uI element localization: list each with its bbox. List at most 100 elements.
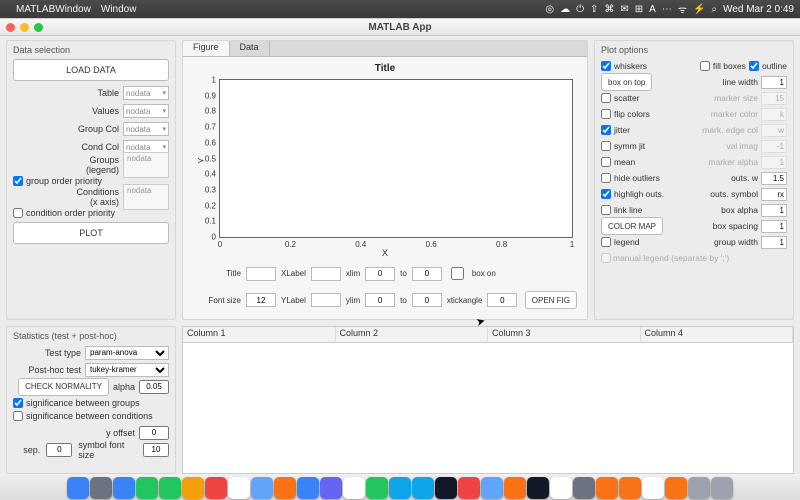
po-checkbox[interactable]: [601, 125, 611, 135]
dock-app-icon[interactable]: [274, 477, 296, 499]
check-normality-button[interactable]: CHECK NORMALITY: [18, 378, 109, 396]
menubar-status-icon[interactable]: ⚡: [693, 4, 705, 15]
menubar-status-icon[interactable]: ᯤ: [678, 2, 687, 16]
po-input[interactable]: [761, 236, 787, 249]
dock-app-icon[interactable]: [550, 477, 572, 499]
input-ylabel[interactable]: [311, 293, 341, 307]
dock-app-icon[interactable]: [596, 477, 618, 499]
select-testtype[interactable]: param-anova: [85, 346, 169, 360]
dock-app-icon[interactable]: [642, 477, 664, 499]
input-alpha[interactable]: [139, 380, 169, 394]
listbox-conds[interactable]: nodata: [123, 184, 169, 210]
menubar-status-icon[interactable]: ⌘: [604, 4, 614, 15]
tab-data[interactable]: Data: [230, 41, 270, 56]
input-xlim-hi[interactable]: [412, 267, 442, 281]
chk-box-on[interactable]: [451, 267, 464, 280]
dock-app-icon[interactable]: [67, 477, 89, 499]
plot-axes[interactable]: 00.10.20.30.40.50.60.70.80.9100.20.40.60…: [219, 79, 573, 238]
dock-app-icon[interactable]: [113, 477, 135, 499]
dock-app-icon[interactable]: [504, 477, 526, 499]
input-yoffset[interactable]: [139, 426, 169, 440]
dock-app-icon[interactable]: [228, 477, 250, 499]
po-checkbox[interactable]: [601, 189, 611, 199]
po-input: [761, 156, 787, 169]
po-input[interactable]: [761, 76, 787, 89]
po-checkbox[interactable]: [601, 173, 611, 183]
input-title[interactable]: [246, 267, 276, 281]
po-input[interactable]: [761, 204, 787, 217]
dock-app-icon[interactable]: [458, 477, 480, 499]
input-ylim-lo[interactable]: [365, 293, 395, 307]
po-button[interactable]: COLOR MAP: [601, 217, 663, 235]
dock-app-icon[interactable]: [297, 477, 319, 499]
input-fontsize[interactable]: [246, 293, 276, 307]
col-4[interactable]: Column 4: [641, 327, 794, 342]
po-checkbox[interactable]: [601, 141, 611, 151]
dock-app-icon[interactable]: [412, 477, 434, 499]
input-xtickangle[interactable]: [487, 293, 517, 307]
dock-app-icon[interactable]: [136, 477, 158, 499]
po-input[interactable]: [761, 220, 787, 233]
select-table[interactable]: nodata: [123, 86, 169, 100]
po-checkbox[interactable]: [601, 157, 611, 167]
chk-group-order[interactable]: [13, 176, 23, 186]
menubar-status-icon[interactable]: ⊞: [635, 4, 643, 15]
menu-app[interactable]: MATLABWindow: [16, 4, 91, 15]
open-fig-button[interactable]: OPEN FIG: [525, 291, 577, 309]
dock-app-icon[interactable]: [711, 477, 733, 499]
dock-app-icon[interactable]: [366, 477, 388, 499]
dock-app-icon[interactable]: [205, 477, 227, 499]
menubar-status-icon[interactable]: ◎: [545, 4, 554, 15]
menubar-clock[interactable]: Wed Mar 2 0:49: [723, 4, 794, 15]
col-3[interactable]: Column 3: [488, 327, 641, 342]
dock-app-icon[interactable]: [688, 477, 710, 499]
menubar-status-icon[interactable]: ⌕: [711, 4, 717, 15]
input-symfontsize[interactable]: [143, 443, 169, 457]
po-checkbox[interactable]: [601, 237, 611, 247]
dock-app-icon[interactable]: [320, 477, 342, 499]
menubar-status-icon[interactable]: ⏻: [576, 4, 584, 15]
po-input[interactable]: [761, 188, 787, 201]
po-checkbox[interactable]: [601, 93, 611, 103]
dock-app-icon[interactable]: [389, 477, 411, 499]
dock-app-icon[interactable]: [159, 477, 181, 499]
po-input[interactable]: [761, 172, 787, 185]
menubar-status-icon[interactable]: A: [649, 4, 656, 15]
results-table[interactable]: Column 1 Column 2 Column 3 Column 4: [182, 326, 794, 474]
menubar-status-icon[interactable]: ⇪: [590, 4, 598, 15]
input-xlabel[interactable]: [311, 267, 341, 281]
chk-cond-order[interactable]: [13, 208, 23, 218]
col-2[interactable]: Column 2: [336, 327, 489, 342]
select-values[interactable]: nodata: [123, 104, 169, 118]
menubar-status-icon[interactable]: ✉: [620, 4, 628, 15]
select-groupcol[interactable]: nodata: [123, 122, 169, 136]
chk-sig-conds[interactable]: [13, 411, 23, 421]
dock-app-icon[interactable]: [619, 477, 641, 499]
dock-app-icon[interactable]: [90, 477, 112, 499]
select-posthoc[interactable]: tukey-kramer: [85, 363, 169, 377]
dock-app-icon[interactable]: [435, 477, 457, 499]
dock-app-icon[interactable]: [182, 477, 204, 499]
col-1[interactable]: Column 1: [183, 327, 336, 342]
chk-sig-groups[interactable]: [13, 398, 23, 408]
po-button[interactable]: box on top: [601, 73, 652, 91]
plot-button[interactable]: PLOT: [13, 222, 169, 244]
dock-app-icon[interactable]: [343, 477, 365, 499]
input-xlim-lo[interactable]: [365, 267, 395, 281]
load-data-button[interactable]: LOAD DATA: [13, 59, 169, 81]
dock-app-icon[interactable]: [527, 477, 549, 499]
menubar-status-icon[interactable]: ☁: [560, 4, 570, 15]
dock-app-icon[interactable]: [481, 477, 503, 499]
input-sep[interactable]: [46, 443, 72, 457]
tab-figure[interactable]: Figure: [183, 41, 230, 56]
menu-window[interactable]: Window: [101, 4, 137, 15]
po-checkbox[interactable]: [700, 61, 710, 71]
input-ylim-hi[interactable]: [412, 293, 442, 307]
dock-app-icon[interactable]: [665, 477, 687, 499]
po-checkbox[interactable]: [749, 61, 759, 71]
po-checkbox[interactable]: [601, 109, 611, 119]
dock-app-icon[interactable]: [573, 477, 595, 499]
menubar-status-icon[interactable]: ⋯: [662, 4, 672, 15]
listbox-groups[interactable]: nodata: [123, 152, 169, 178]
dock-app-icon[interactable]: [251, 477, 273, 499]
